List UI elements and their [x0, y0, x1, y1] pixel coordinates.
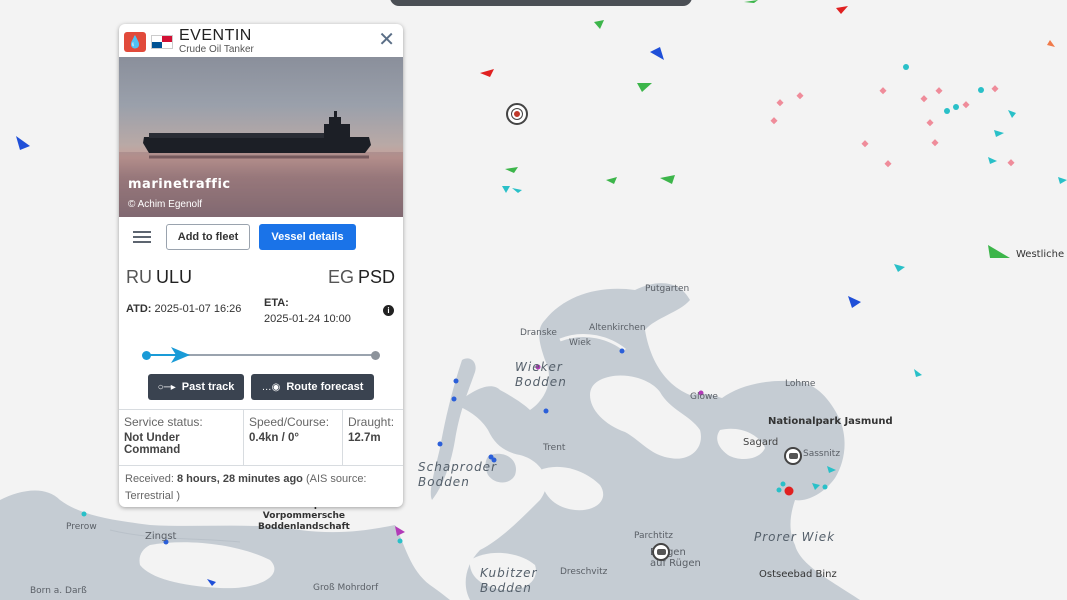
- water-label: Wieker Bodden: [515, 360, 567, 389]
- place-label: Wiek: [569, 338, 591, 348]
- park-label: Nationalpark Jasmund: [768, 416, 893, 427]
- port-icon[interactable]: [652, 543, 670, 561]
- atd-label: ATD:: [126, 303, 152, 315]
- place-label: Putgarten: [645, 284, 690, 294]
- panel-header: 💧 EVENTIN Crude Oil Tanker ✕: [119, 24, 403, 57]
- vessel-details-button[interactable]: Vessel details: [259, 224, 356, 250]
- photo-credit: © Achim Egenolf: [128, 199, 203, 210]
- draught: Draught: 12.7m: [342, 410, 403, 465]
- place-label: Groß Mohrdorf: [313, 583, 379, 593]
- received-label: Received:: [125, 473, 174, 485]
- close-icon[interactable]: ✕: [378, 30, 395, 50]
- progress-end-dot: [371, 351, 380, 360]
- vessel-photo[interactable]: marinetraffic © Achim Egenolf: [119, 57, 403, 217]
- voyage-times: ATD: 2025-01-07 16:26 ETA: 2025-01-24 10:…: [119, 291, 403, 339]
- route-forecast-icon: …◉: [261, 381, 281, 393]
- received-info: Received: 8 hours, 28 minutes ago (AIS s…: [119, 466, 403, 507]
- destination-country: EG: [327, 267, 354, 287]
- vessel-stats: Service status: Not Under Command Speed/…: [119, 409, 403, 466]
- atd-value: 2025-01-07 16:26: [154, 303, 242, 315]
- flag-panama-icon: [151, 35, 173, 49]
- place-label: Parchtitz: [634, 531, 673, 541]
- vessel-name: EVENTIN: [179, 27, 252, 44]
- place-label: Westliche: [1016, 249, 1065, 260]
- tanker-type-icon: 💧: [124, 32, 146, 52]
- destination-port[interactable]: EG PSD: [328, 267, 395, 288]
- destination-port-code: PSD: [357, 267, 395, 287]
- place-label: Dreschvitz: [560, 567, 608, 577]
- panel-actions: Add to fleet Vessel details: [119, 217, 403, 259]
- place-label: Zingst: [145, 531, 177, 542]
- speed-course: Speed/Course: 0.4kn / 0°: [243, 410, 342, 465]
- speed-course-label: Speed/Course:: [249, 415, 330, 429]
- place-label: Sassnitz: [803, 449, 841, 459]
- draught-label: Draught:: [348, 415, 395, 429]
- route-forecast-button[interactable]: …◉ Route forecast: [251, 374, 374, 400]
- add-to-fleet-button[interactable]: Add to fleet: [166, 224, 250, 250]
- ship-position-arrow-icon: [171, 347, 191, 363]
- past-track-button[interactable]: ○─▸ Past track: [148, 374, 244, 400]
- past-track-label: Past track: [181, 381, 235, 393]
- vessel-info-panel: 💧 EVENTIN Crude Oil Tanker ✕ marinetraff…: [119, 24, 403, 507]
- departure-port-code: ULU: [156, 267, 193, 287]
- eta-value: 2025-01-24 10:00: [264, 313, 351, 325]
- place-label: Born a. Darß: [30, 586, 87, 596]
- selected-vessel-red-dot: [784, 486, 794, 496]
- atd: ATD: 2025-01-07 16:26: [126, 303, 241, 315]
- port-icon[interactable]: [784, 447, 802, 465]
- tanker-silhouette: [119, 111, 403, 217]
- place-label: Dranske: [520, 328, 557, 338]
- place-label: Sagard: [743, 437, 779, 448]
- water-label: Schaproder Bodden: [418, 460, 497, 489]
- service-status-label: Service status:: [124, 415, 203, 429]
- voyage-progress-bar: [119, 339, 403, 371]
- place-label: Ostseebad Binz: [759, 569, 837, 580]
- draught-value: 12.7m: [348, 432, 381, 444]
- vessel-type: Crude Oil Tanker: [179, 44, 254, 55]
- place-label: Prerow: [66, 522, 97, 532]
- top-bar: [390, 0, 692, 6]
- info-icon[interactable]: i: [383, 305, 394, 316]
- photo-watermark: marinetraffic: [128, 177, 231, 192]
- progress-start-dot: [142, 351, 151, 360]
- water-label: Kubitzer Bodden: [480, 566, 538, 595]
- track-buttons: ○─▸ Past track …◉ Route forecast: [119, 371, 403, 409]
- lighthouse-target-icon[interactable]: [506, 103, 528, 125]
- route-forecast-label: Route forecast: [286, 381, 364, 393]
- hamburger-menu-icon[interactable]: [133, 231, 151, 243]
- place-label: Trent: [543, 443, 566, 453]
- place-label: Glowe: [690, 392, 718, 402]
- eta: ETA: 2025-01-24 10:00: [264, 295, 351, 327]
- service-status: Service status: Not Under Command: [119, 410, 243, 465]
- voyage-ports: RU ULU EG PSD: [119, 259, 403, 291]
- eta-label: ETA:: [264, 297, 289, 309]
- place-label: Lohme: [785, 379, 816, 389]
- place-label: Altenkirchen: [589, 323, 646, 333]
- received-value: 8 hours, 28 minutes ago: [176, 473, 303, 485]
- water-label: Prorer Wiek: [754, 530, 836, 544]
- departure-port[interactable]: RU ULU: [126, 267, 192, 288]
- speed-course-value: 0.4kn / 0°: [249, 432, 299, 444]
- departure-country: RU: [126, 267, 152, 287]
- past-track-icon: ○─▸: [157, 381, 176, 393]
- service-status-value: Not Under Command: [124, 432, 181, 456]
